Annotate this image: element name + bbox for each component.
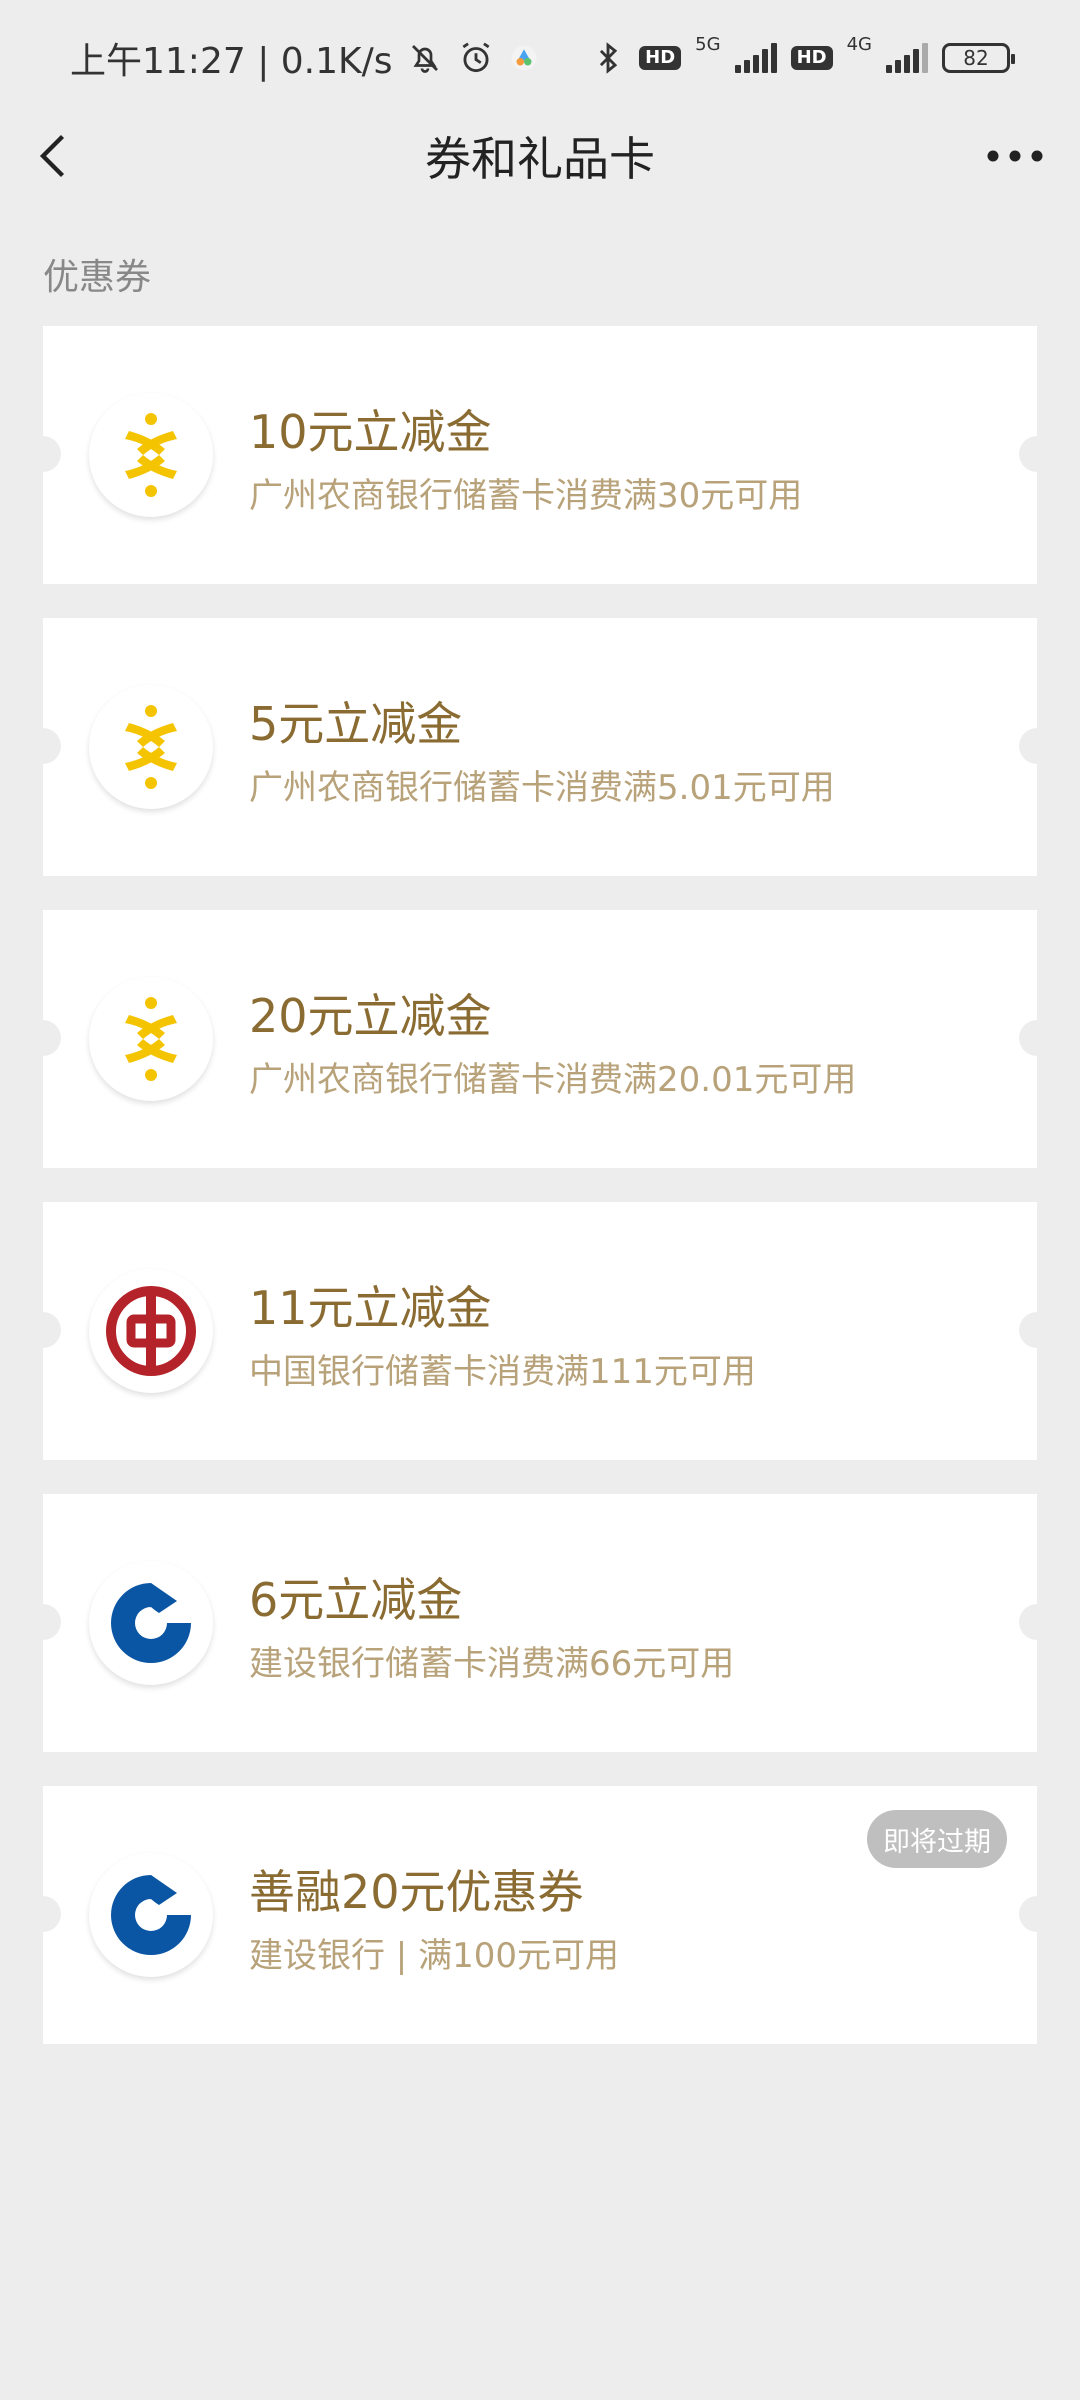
coupon-title: 20元立减金	[249, 989, 492, 1043]
ticket-notch	[1019, 1604, 1037, 1640]
status-right: HD 5G HD 4G 82	[591, 34, 1015, 77]
coupon-desc: 广州农商银行储蓄卡消费满20.01元可用	[249, 1060, 857, 1100]
coupon-title: 11元立减金	[249, 1281, 492, 1335]
coupon-card[interactable]: 20元立减金 广州农商银行储蓄卡消费满20.01元可用	[43, 910, 1037, 1168]
coupon-title: 善融20元优惠券	[249, 1865, 584, 1919]
coupon-desc: 广州农商银行储蓄卡消费满5.01元可用	[249, 768, 835, 808]
battery-level: 82	[963, 46, 989, 70]
network-5g-label: 5G	[695, 33, 721, 55]
page-title: 券和礼品卡	[425, 132, 655, 186]
ticket-notch	[43, 1020, 61, 1056]
status-time: 上午11:27 | 0.1K/s	[70, 41, 393, 82]
ticket-notch	[1019, 1020, 1037, 1056]
battery-icon: 82	[942, 43, 1015, 73]
boc-logo-icon	[89, 1269, 213, 1393]
app-notification-icon	[511, 45, 537, 71]
coupon-title: 10元立减金	[249, 405, 492, 459]
signal-bars-icon	[886, 43, 928, 73]
ticket-notch	[43, 1896, 61, 1932]
ticket-notch	[43, 728, 61, 764]
hd-badge-1: HD	[639, 46, 682, 70]
status-left: 上午11:27 | 0.1K/s	[70, 32, 539, 84]
status-bar: 上午11:27 | 0.1K/s HD 5G HD 4G 82	[0, 0, 1080, 116]
ticket-notch	[1019, 1896, 1037, 1932]
ticket-notch	[43, 1312, 61, 1348]
grcb-logo-icon	[89, 393, 213, 517]
ccb-logo-icon	[89, 1561, 213, 1685]
ticket-notch	[43, 1604, 61, 1640]
coupon-desc: 广州农商银行储蓄卡消费满30元可用	[249, 476, 803, 516]
bell-muted-icon	[411, 45, 438, 73]
back-button[interactable]	[30, 130, 82, 182]
grcb-logo-icon	[89, 977, 213, 1101]
alarm-icon	[462, 42, 489, 73]
signal-bars-icon	[734, 43, 777, 73]
coupon-desc: 中国银行储蓄卡消费满111元可用	[249, 1352, 756, 1392]
ticket-notch	[1019, 436, 1037, 472]
hd-badge-2: HD	[790, 46, 833, 70]
coupon-desc: 建设银行 | 满100元可用	[249, 1936, 619, 1976]
coupon-card[interactable]: 10元立减金 广州农商银行储蓄卡消费满30元可用	[43, 326, 1037, 584]
coupon-card[interactable]: 5元立减金 广州农商银行储蓄卡消费满5.01元可用	[43, 618, 1037, 876]
nav-bar: 券和礼品卡	[0, 116, 1080, 196]
more-dots-icon	[987, 150, 1043, 162]
coupon-card[interactable]: 6元立减金 建设银行储蓄卡消费满66元可用	[43, 1494, 1037, 1752]
coupon-title: 6元立减金	[249, 1573, 463, 1627]
chevron-left-icon	[39, 134, 65, 178]
bluetooth-icon	[600, 42, 618, 74]
more-options-button[interactable]	[980, 130, 1050, 182]
coupon-title: 5元立减金	[249, 697, 463, 751]
coupon-card[interactable]: 善融20元优惠券 建设银行 | 满100元可用 即将过期	[43, 1786, 1037, 2044]
ccb-logo-icon	[89, 1853, 213, 1977]
ticket-notch	[1019, 1312, 1037, 1348]
ticket-notch	[43, 436, 61, 472]
grcb-logo-icon	[89, 685, 213, 809]
coupon-desc: 建设银行储蓄卡消费满66元可用	[249, 1644, 735, 1684]
section-label: 优惠券	[43, 257, 152, 298]
network-4g-label: 4G	[846, 33, 872, 55]
ticket-notch	[1019, 728, 1037, 764]
expiry-badge: 即将过期	[867, 1810, 1007, 1868]
coupon-card[interactable]: 11元立减金 中国银行储蓄卡消费满111元可用	[43, 1202, 1037, 1460]
